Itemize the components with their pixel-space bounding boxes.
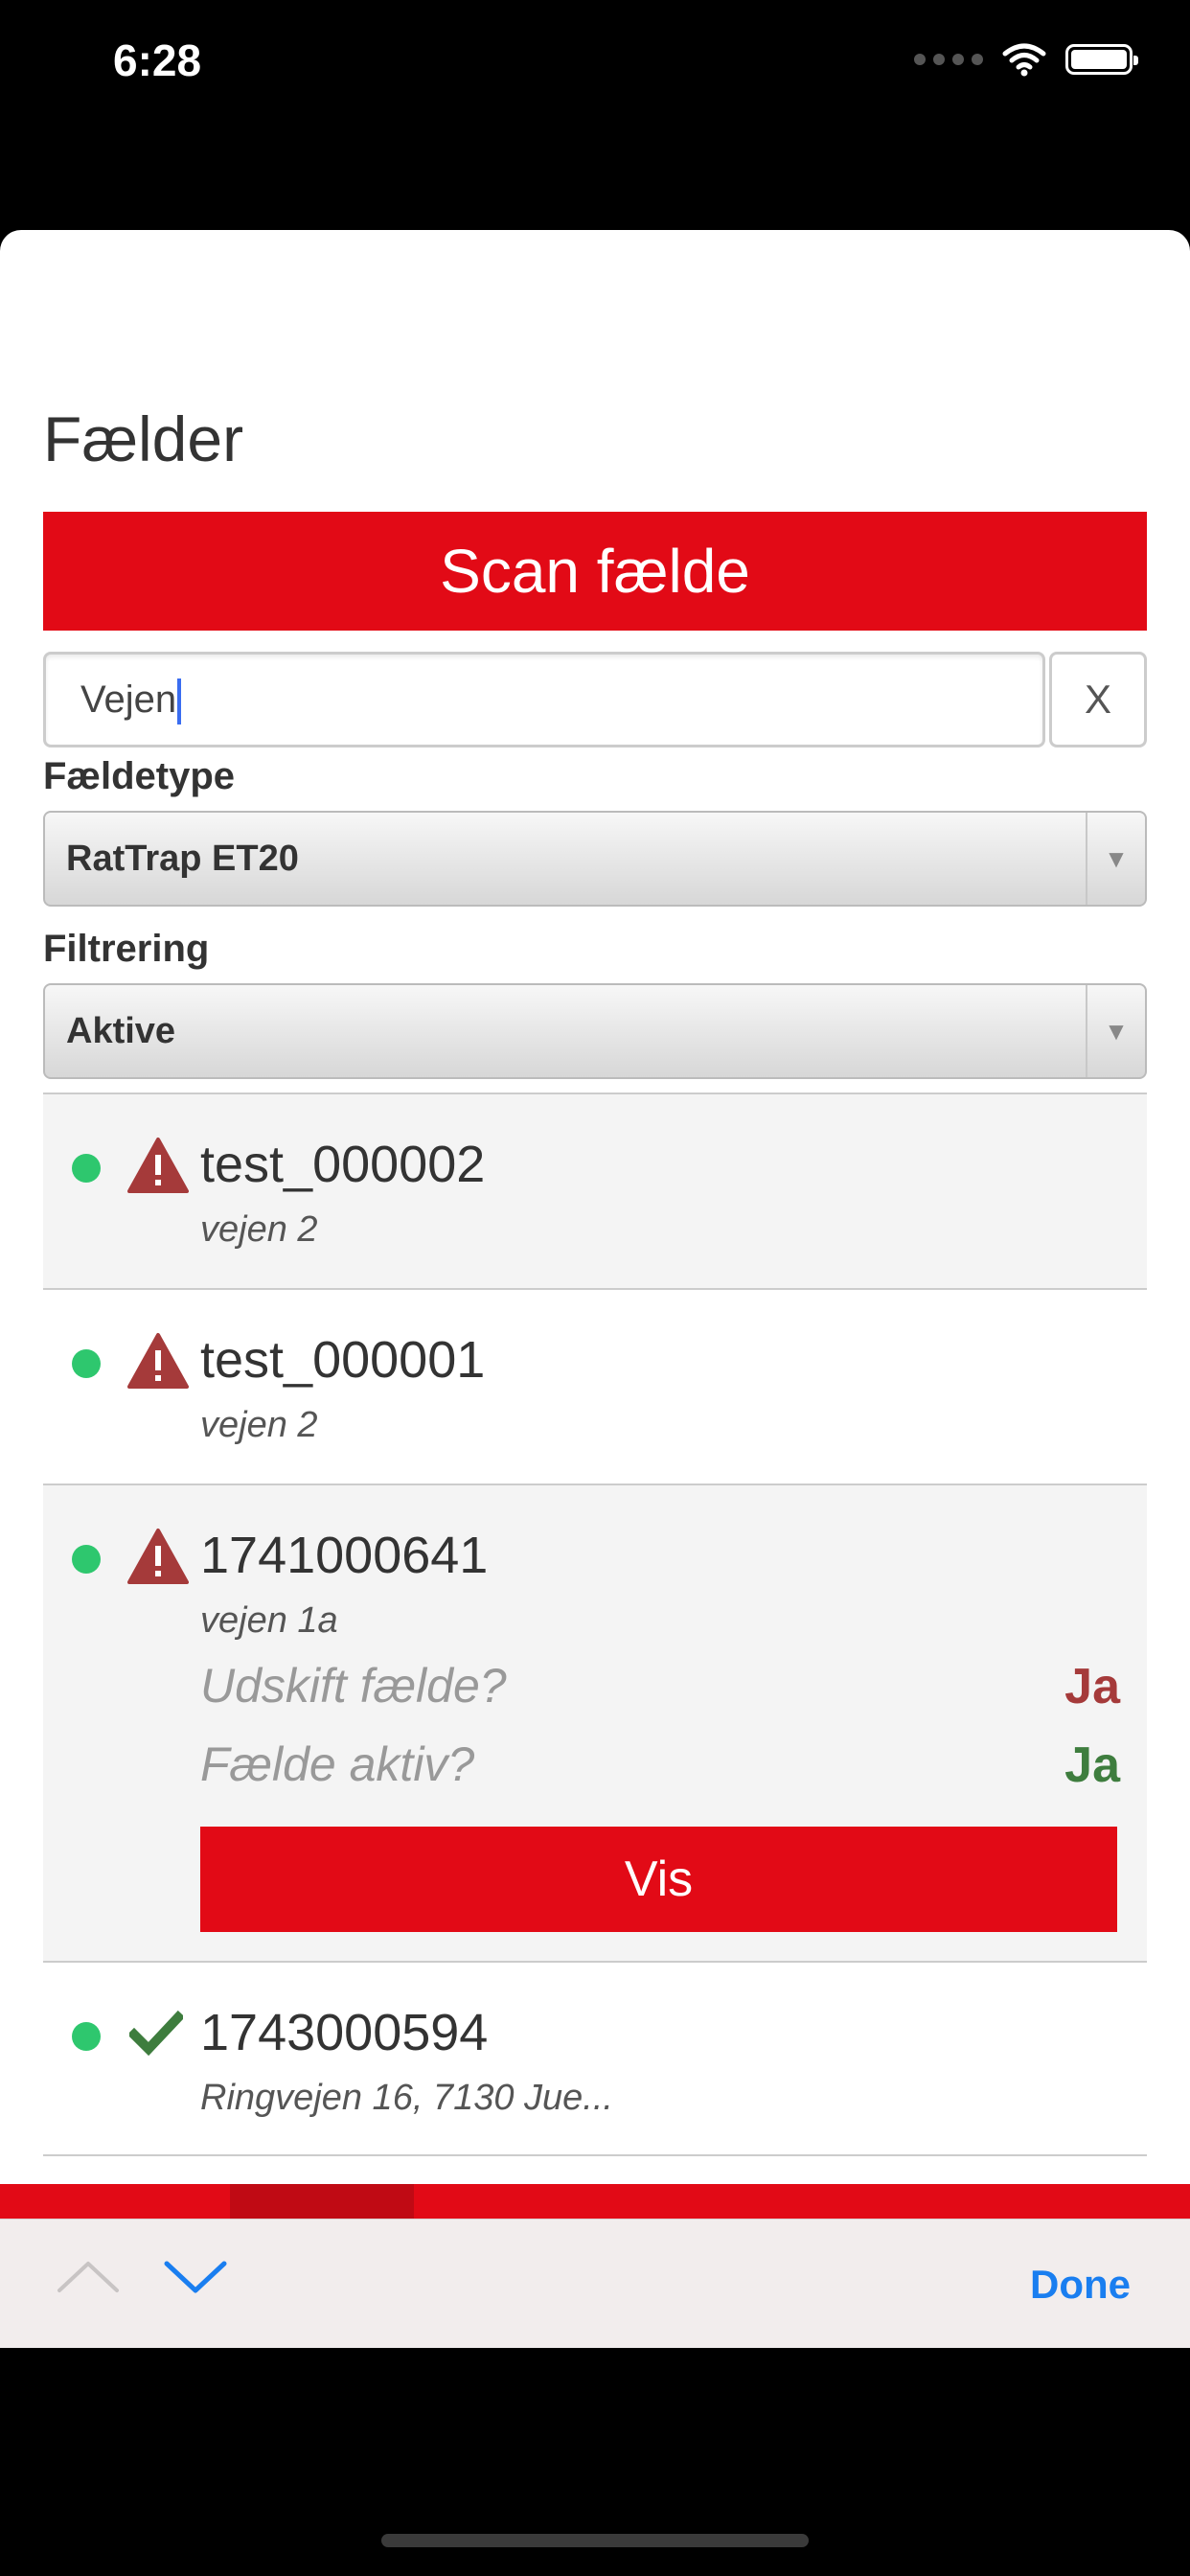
trap-list: test_000002 vejen 2 test_000001 vejen 2 … <box>43 1092 1147 2156</box>
status-dot-icon <box>72 1545 101 1574</box>
trap-active-question: Fælde aktiv? <box>200 1737 475 1791</box>
clear-search-button[interactable]: X <box>1049 652 1147 748</box>
status-time: 6:28 <box>113 35 202 85</box>
status-dot-icon <box>72 1349 101 1378</box>
chevron-down-icon[interactable] <box>163 2254 228 2300</box>
warning-icon <box>127 1138 189 1193</box>
status-icons <box>914 42 1138 77</box>
search-field[interactable]: Vejen <box>43 652 1045 748</box>
trap-list-item[interactable]: test_000002 vejen 2 <box>43 1092 1147 1288</box>
bottom-nav-active-tab[interactable] <box>230 2184 414 2219</box>
trap-list-item[interactable]: 1743000594 Ringvejen 16, 7130 Jue... <box>43 1961 1147 2156</box>
chevron-down-icon: ▼ <box>1086 813 1145 905</box>
trap-id: 1743000594 <box>200 2004 489 2061</box>
search-input-value: Vejen <box>80 678 177 721</box>
chevron-down-icon: ▼ <box>1086 985 1145 1077</box>
keyboard-toolbar: Done <box>0 2219 1190 2348</box>
trap-address: vejen 1a <box>200 1600 338 1641</box>
warning-icon <box>127 1529 189 1584</box>
replace-trap-question: Udskift fælde? <box>200 1659 507 1713</box>
filter-label: Filtrering <box>43 928 210 970</box>
search-input[interactable]: Vejen <box>80 655 182 745</box>
trap-list-item-expanded[interactable]: 1741000641 vejen 1a Udskift fælde? Ja Fæ… <box>43 1484 1147 1961</box>
trap-active-answer: Ja <box>1064 1737 1120 1793</box>
warning-icon <box>127 1333 189 1389</box>
chevron-up-icon[interactable] <box>56 2254 121 2300</box>
text-caret <box>177 678 182 725</box>
filter-select[interactable]: Aktive ▼ <box>43 983 1147 1079</box>
trap-id: test_000002 <box>200 1136 486 1193</box>
show-trap-button[interactable]: Vis <box>200 1827 1117 1932</box>
wifi-icon <box>1002 43 1046 77</box>
scan-trap-button[interactable]: Scan fælde <box>43 512 1147 631</box>
checkmark-icon <box>129 2010 183 2057</box>
cellular-signal-icon <box>914 54 983 65</box>
trap-type-label: Fældetype <box>43 755 236 797</box>
home-indicator <box>381 2534 809 2547</box>
trap-address: Ringvejen 16, 7130 Jue... <box>200 2078 613 2118</box>
filter-value: Aktive <box>66 1011 176 1051</box>
done-button[interactable]: Done <box>1030 2220 1131 2348</box>
bottom-nav-bar <box>0 2184 1190 2219</box>
page-title: Fælder <box>43 403 244 474</box>
trap-type-select[interactable]: RatTrap ET20 ▼ <box>43 811 1147 907</box>
trap-address: vejen 2 <box>200 1405 318 1445</box>
status-bar: 6:28 <box>0 0 1190 230</box>
status-dot-icon <box>72 2022 101 2051</box>
trap-list-item[interactable]: test_000001 vejen 2 <box>43 1288 1147 1484</box>
replace-trap-answer: Ja <box>1064 1659 1120 1714</box>
trap-id: 1741000641 <box>200 1527 489 1584</box>
trap-address: vejen 2 <box>200 1209 318 1250</box>
traps-sheet: Fælder Scan fælde Vejen X Fældetype RatT… <box>0 230 1190 2348</box>
status-dot-icon <box>72 1154 101 1183</box>
trap-id: test_000001 <box>200 1331 486 1389</box>
trap-type-value: RatTrap ET20 <box>66 839 299 879</box>
battery-icon <box>1065 44 1138 75</box>
